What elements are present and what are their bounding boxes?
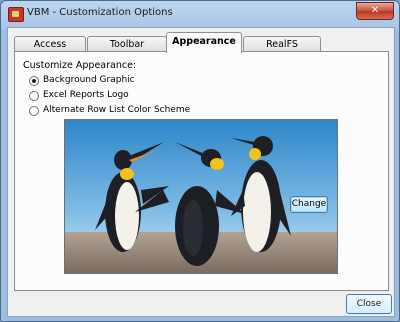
window-title: VBM - Customization Options [27,7,173,18]
radio-excel-reports-logo[interactable] [29,91,39,101]
tab-access[interactable]: Access [14,36,86,52]
change-image-button[interactable]: Change [290,196,328,213]
option-label: Alternate Row List Color Scheme [43,105,191,115]
radio-alternate-row-color[interactable] [29,106,39,116]
appearance-panel: Customize Appearance: Background Graphic… [14,51,389,291]
dialog-client-area: Access Toolbar Appearance RealFS Customi… [7,27,395,317]
dialog-window: VBM - Customization Options ✕ Access Too… [0,0,400,322]
close-button[interactable]: Close [346,294,392,314]
title-bar[interactable]: VBM - Customization Options ✕ [1,1,399,27]
customize-appearance-label: Customize Appearance: [23,60,137,71]
option-label: Excel Reports Logo [43,90,129,100]
option-label: Background Graphic [43,75,135,85]
app-icon [8,7,24,22]
tab-toolbar[interactable]: Toolbar [87,36,167,52]
window-close-button[interactable]: ✕ [356,2,394,20]
tab-realfs[interactable]: RealFS [243,36,321,52]
radio-background-graphic[interactable] [29,76,39,86]
tab-appearance[interactable]: Appearance [166,32,242,53]
